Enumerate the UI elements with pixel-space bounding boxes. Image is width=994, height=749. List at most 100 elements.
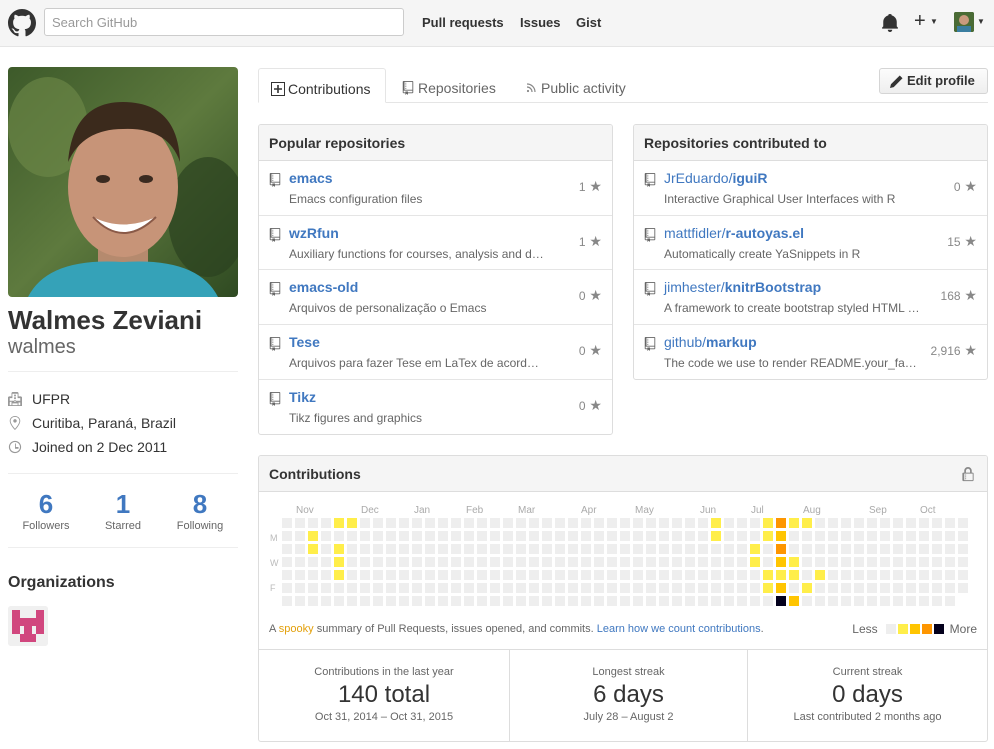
calendar-day[interactable] [841, 596, 851, 606]
calendar-day[interactable] [906, 531, 916, 541]
following-stat[interactable]: 8 Following [162, 489, 238, 533]
calendar-day[interactable] [724, 583, 734, 593]
calendar-day[interactable] [295, 531, 305, 541]
calendar-day[interactable] [399, 531, 409, 541]
calendar-day[interactable] [815, 557, 825, 567]
calendar-day[interactable] [659, 596, 669, 606]
tab-repositories[interactable]: Repositories [402, 68, 496, 103]
calendar-day[interactable] [672, 570, 682, 580]
calendar-day[interactable] [672, 557, 682, 567]
avatar[interactable] [954, 12, 974, 32]
calendar-day[interactable] [282, 583, 292, 593]
calendar-day[interactable] [841, 518, 851, 528]
calendar-day[interactable] [958, 518, 968, 528]
calendar-day[interactable] [282, 531, 292, 541]
calendar-day[interactable] [555, 544, 565, 554]
calendar-day[interactable] [685, 518, 695, 528]
calendar-day[interactable] [594, 531, 604, 541]
calendar-day[interactable] [724, 544, 734, 554]
calendar-day[interactable] [698, 557, 708, 567]
calendar-day[interactable] [464, 570, 474, 580]
calendar-day[interactable] [607, 544, 617, 554]
calendar-day[interactable] [880, 583, 890, 593]
calendar-day[interactable] [620, 557, 630, 567]
calendar-day[interactable] [399, 544, 409, 554]
calendar-day[interactable] [724, 557, 734, 567]
calendar-day[interactable] [880, 544, 890, 554]
calendar-day[interactable] [464, 583, 474, 593]
calendar-day[interactable] [373, 544, 383, 554]
calendar-day[interactable] [412, 518, 422, 528]
calendar-day[interactable] [438, 544, 448, 554]
plus-icon[interactable]: + [914, 11, 926, 31]
calendar-day[interactable] [906, 583, 916, 593]
calendar-day[interactable] [711, 557, 721, 567]
calendar-day[interactable] [581, 557, 591, 567]
calendar-day[interactable] [347, 596, 357, 606]
calendar-day[interactable] [893, 557, 903, 567]
repo-name-link[interactable]: JrEduardo/iguiR [664, 170, 767, 186]
calendar-day[interactable] [360, 557, 370, 567]
repo-row[interactable]: wzRfun Auxiliary functions for courses, a… [259, 216, 612, 271]
calendar-day[interactable] [633, 596, 643, 606]
calendar-day[interactable] [919, 583, 929, 593]
calendar-day[interactable] [737, 518, 747, 528]
calendar-day[interactable] [412, 583, 422, 593]
calendar-day[interactable] [581, 531, 591, 541]
calendar-day[interactable] [282, 557, 292, 567]
calendar-day[interactable] [672, 583, 682, 593]
calendar-day[interactable] [347, 583, 357, 593]
calendar-day[interactable] [386, 596, 396, 606]
calendar-day[interactable] [945, 583, 955, 593]
calendar-day[interactable] [685, 596, 695, 606]
calendar-day[interactable] [659, 570, 669, 580]
calendar-day[interactable] [932, 583, 942, 593]
calendar-day[interactable] [451, 544, 461, 554]
calendar-day[interactable] [841, 570, 851, 580]
calendar-day[interactable] [295, 518, 305, 528]
calendar-day[interactable] [867, 557, 877, 567]
calendar-day[interactable] [451, 518, 461, 528]
calendar-day[interactable] [841, 583, 851, 593]
calendar-day[interactable] [919, 570, 929, 580]
calendar-day[interactable] [438, 531, 448, 541]
calendar-day[interactable] [321, 544, 331, 554]
calendar-day[interactable] [412, 557, 422, 567]
calendar-day[interactable] [607, 583, 617, 593]
calendar-day[interactable] [464, 518, 474, 528]
calendar-day[interactable] [711, 544, 721, 554]
calendar-day[interactable] [607, 570, 617, 580]
calendar-day[interactable] [516, 557, 526, 567]
calendar-day[interactable] [542, 596, 552, 606]
calendar-day[interactable] [776, 557, 786, 567]
calendar-day[interactable] [945, 531, 955, 541]
calendar-day[interactable] [594, 596, 604, 606]
calendar-day[interactable] [802, 518, 812, 528]
calendar-day[interactable] [594, 570, 604, 580]
calendar-day[interactable] [620, 518, 630, 528]
calendar-day[interactable] [516, 531, 526, 541]
calendar-day[interactable] [880, 518, 890, 528]
calendar-day[interactable] [425, 596, 435, 606]
calendar-day[interactable] [360, 544, 370, 554]
calendar-day[interactable] [568, 557, 578, 567]
calendar-day[interactable] [295, 596, 305, 606]
calendar-day[interactable] [919, 544, 929, 554]
calendar-day[interactable] [477, 531, 487, 541]
calendar-day[interactable] [308, 531, 318, 541]
calendar-day[interactable] [347, 544, 357, 554]
calendar-day[interactable] [529, 518, 539, 528]
calendar-day[interactable] [360, 583, 370, 593]
calendar-day[interactable] [451, 570, 461, 580]
calendar-day[interactable] [490, 583, 500, 593]
calendar-day[interactable] [932, 557, 942, 567]
calendar-day[interactable] [698, 531, 708, 541]
calendar-day[interactable] [698, 583, 708, 593]
calendar-day[interactable] [321, 531, 331, 541]
calendar-day[interactable] [776, 518, 786, 528]
calendar-day[interactable] [906, 557, 916, 567]
calendar-day[interactable] [958, 531, 968, 541]
calendar-day[interactable] [737, 583, 747, 593]
calendar-day[interactable] [854, 518, 864, 528]
calendar-day[interactable] [620, 570, 630, 580]
